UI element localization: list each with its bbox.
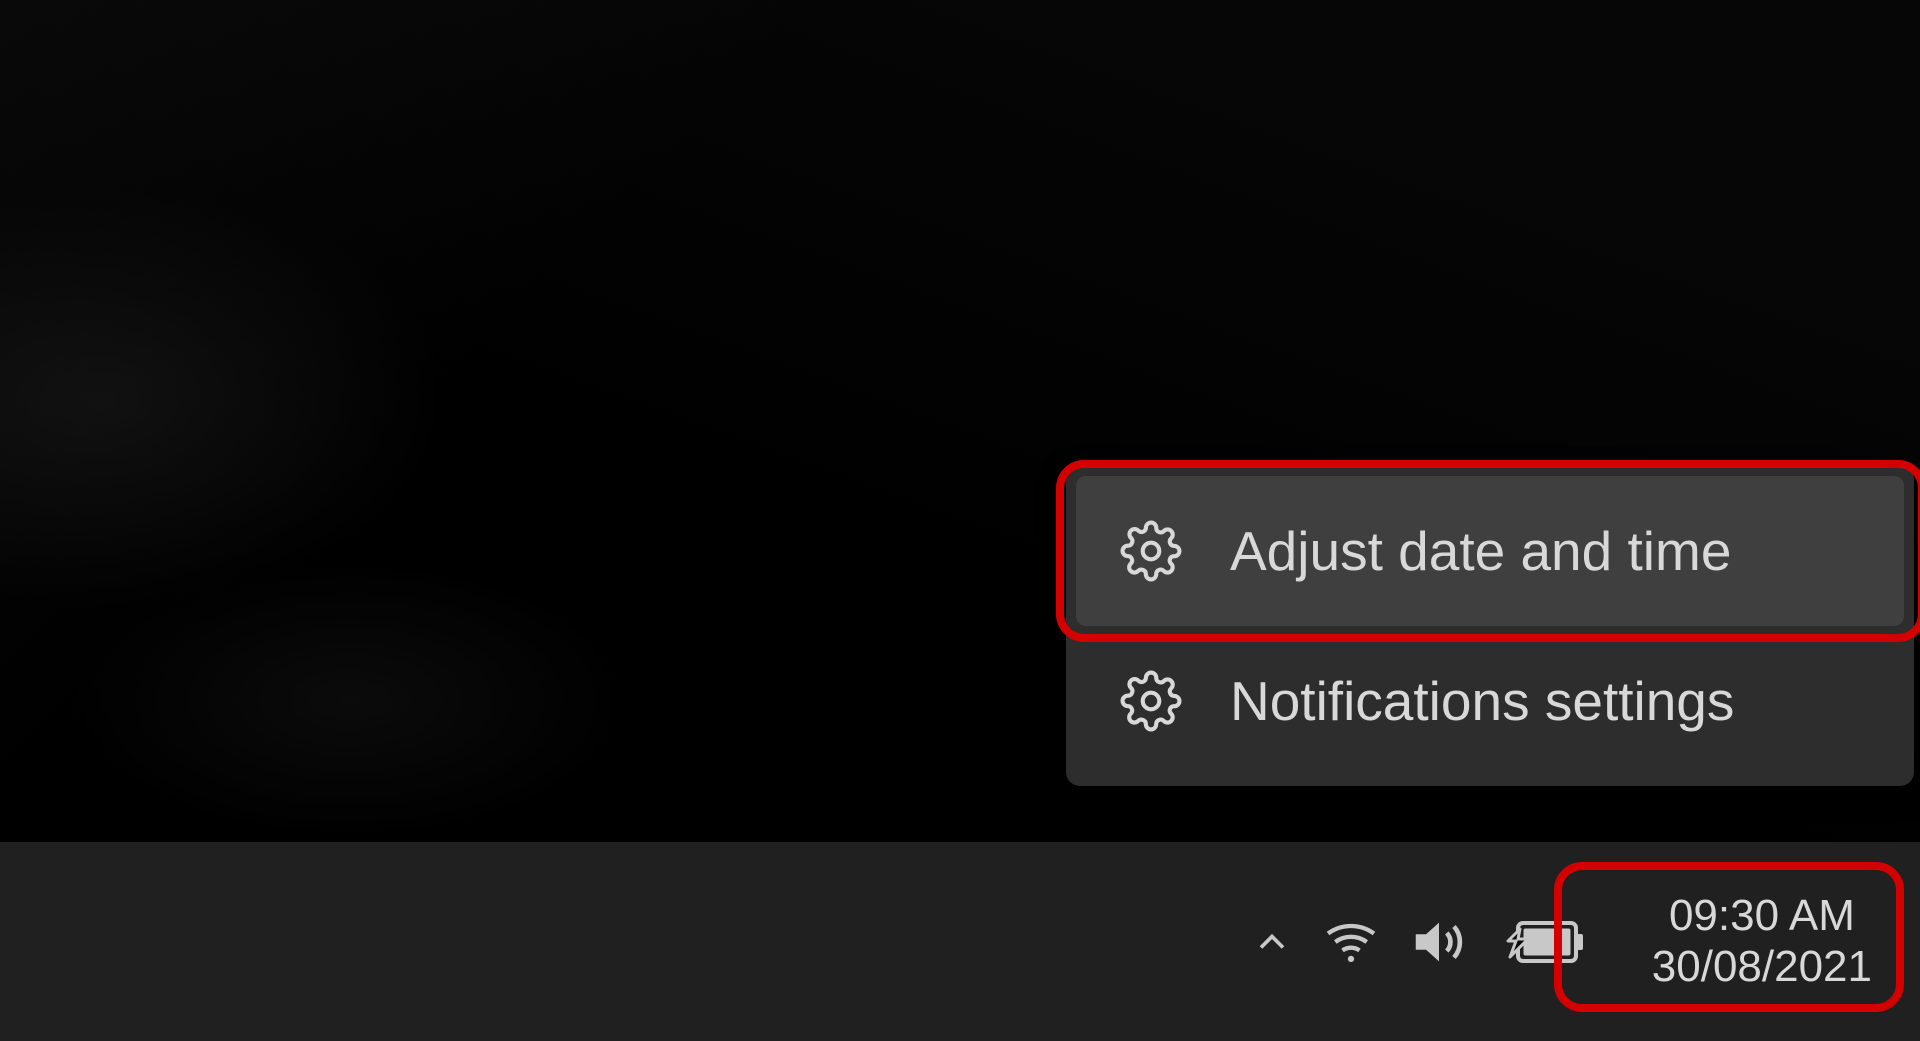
clock-date: 30/08/2021 [1652, 942, 1872, 993]
clock-time: 09:30 AM [1669, 891, 1855, 942]
tray-battery-button[interactable] [1498, 917, 1588, 967]
system-tray: 09:30 AM 30/08/2021 [1250, 885, 1890, 998]
tray-network-button[interactable] [1322, 913, 1380, 971]
tray-volume-button[interactable] [1408, 911, 1470, 973]
speaker-icon [1408, 911, 1470, 973]
menu-item-label: Notifications settings [1230, 669, 1734, 733]
tray-overflow-button[interactable] [1250, 920, 1294, 964]
chevron-up-icon [1250, 920, 1294, 964]
menu-item-label: Adjust date and time [1230, 519, 1731, 583]
clock-context-menu: Adjust date and time Notifications setti… [1066, 466, 1914, 786]
taskbar: 09:30 AM 30/08/2021 [0, 842, 1920, 1041]
taskbar-clock[interactable]: 09:30 AM 30/08/2021 [1634, 885, 1890, 998]
wifi-icon [1322, 913, 1380, 971]
menu-item-adjust-date-time[interactable]: Adjust date and time [1076, 476, 1904, 626]
menu-item-notifications-settings[interactable]: Notifications settings [1076, 626, 1904, 776]
battery-charging-icon [1498, 917, 1588, 967]
gear-icon [1120, 520, 1182, 582]
gear-icon [1120, 670, 1182, 732]
